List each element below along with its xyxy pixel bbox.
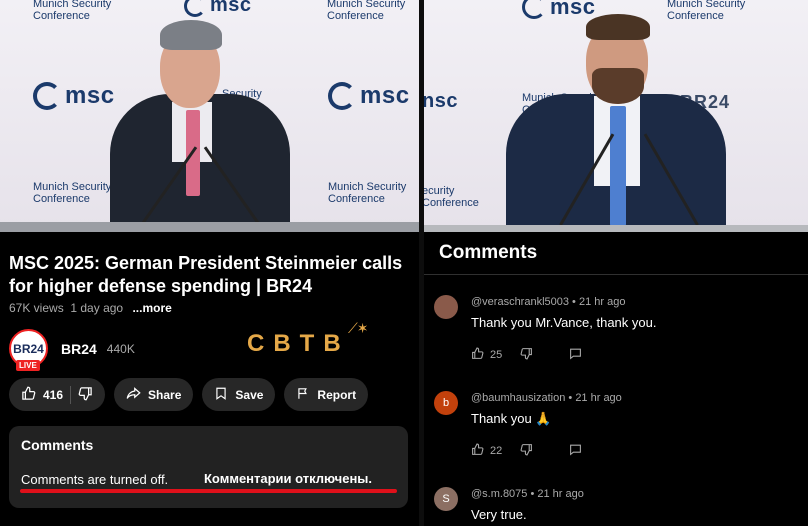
msc-logo: msc	[184, 0, 252, 17]
thumbs-down-icon[interactable]	[78, 386, 93, 404]
comments-off-translation: Комментарии отключены.	[204, 471, 373, 486]
comments-heading: Comments	[439, 242, 538, 263]
lectern	[0, 222, 419, 232]
watermark: CBTB	[247, 330, 350, 357]
comment-author[interactable]: @baumhausization	[471, 392, 565, 404]
partial-msc-logo: nsc	[424, 90, 458, 112]
comments-heading: Comments	[21, 437, 94, 453]
comment-time: 21 hr ago	[578, 296, 626, 308]
divider	[424, 274, 808, 275]
more-link[interactable]: ...more	[132, 301, 171, 315]
speaker-right	[506, 10, 726, 232]
comment-author[interactable]: @s.m.8075	[471, 488, 527, 500]
report-button[interactable]: Report	[284, 378, 369, 411]
msc-logo: msc	[328, 82, 410, 110]
thumbs-up-icon[interactable]	[471, 347, 484, 363]
comments-off-panel: Comments Comments are turned off. Коммен…	[9, 426, 408, 508]
thumbs-down-icon[interactable]	[520, 347, 533, 363]
comment-header: @baumhausization • 21 hr ago	[471, 392, 622, 404]
satellite-icon: ⟋✶	[348, 320, 368, 336]
thumbs-up-icon[interactable]	[471, 443, 484, 459]
share-button[interactable]: Share	[114, 378, 194, 411]
comment-time: 21 hr ago	[575, 392, 622, 404]
avatar[interactable]: S	[434, 487, 458, 511]
avatar[interactable]: b	[434, 391, 458, 415]
save-button[interactable]: Save	[202, 378, 276, 411]
reply-icon[interactable]	[569, 443, 582, 459]
highlight-underline	[20, 489, 397, 493]
reply-icon[interactable]	[569, 347, 582, 363]
video-meta: 67K views 1 day ago ...more	[9, 301, 172, 315]
like-count: 22	[490, 445, 503, 457]
comment-header: @s.m.8075 • 21 hr ago	[471, 488, 584, 500]
comment-text: Thank you Mr.Vance, thank you.	[471, 315, 657, 330]
partial-msc-label: ecurity Conference	[424, 185, 479, 209]
channel-name[interactable]: BR24	[61, 341, 97, 357]
channel-row: BR24 LIVE BR24 440K	[9, 329, 135, 371]
upload-age: 1 day ago	[70, 301, 124, 315]
like-dislike-button[interactable]: 416	[9, 378, 106, 411]
channel-avatar[interactable]: BR24 LIVE	[9, 329, 48, 371]
msc-label: Munich Security Conference	[327, 0, 406, 22]
comment-header: @veraschrankl5003 • 21 hr ago	[471, 296, 626, 308]
live-badge: LIVE	[16, 360, 40, 371]
video-player-right[interactable]: msc Munich Security Conference nsc Munic…	[424, 0, 808, 232]
comment-author[interactable]: @veraschrankl5003	[471, 296, 569, 308]
flag-icon	[296, 386, 310, 404]
comments-off-message: Comments are turned off.	[21, 472, 169, 487]
comment-actions: 25	[471, 347, 582, 363]
divider	[70, 385, 72, 404]
share-icon	[126, 386, 141, 404]
subscriber-count: 440K	[106, 341, 135, 356]
bookmark-icon	[214, 386, 228, 404]
action-bar: 416 Share Save Report	[9, 378, 369, 411]
avatar[interactable]	[434, 295, 458, 319]
like-count: 416	[43, 387, 64, 402]
comment-text: Thank you 🙏	[471, 411, 552, 426]
comment-actions: 22	[471, 443, 582, 459]
thumbs-up-icon[interactable]	[21, 386, 36, 404]
view-count: 67K views	[9, 301, 64, 315]
comment-text: Very true.	[471, 507, 527, 522]
thumbs-down-icon[interactable]	[520, 443, 533, 459]
video-title: MSC 2025: German President Steinmeier ca…	[9, 253, 403, 296]
video-player-left[interactable]: Munich Security Conference msc Munich Se…	[0, 0, 419, 232]
speaker-left	[100, 18, 300, 232]
comment-time: 21 hr ago	[537, 488, 584, 500]
lectern	[424, 225, 808, 232]
msc-label: Munich Security Conference	[328, 181, 407, 205]
like-count: 25	[490, 349, 503, 361]
